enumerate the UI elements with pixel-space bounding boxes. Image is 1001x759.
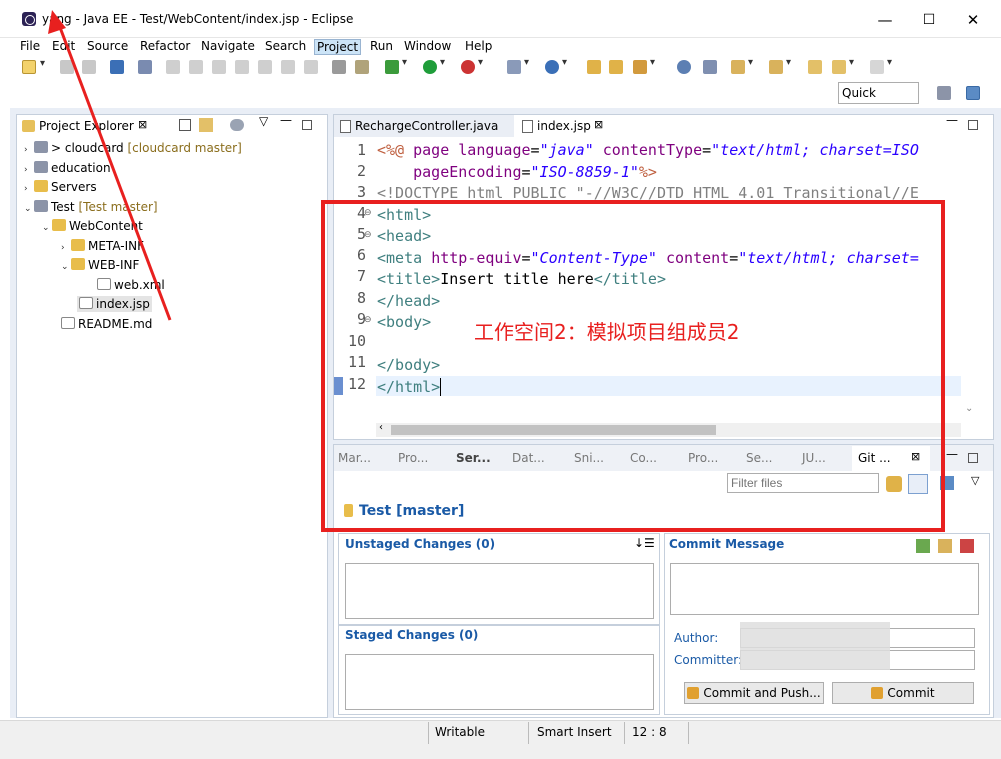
maximize-editor-icon[interactable]	[968, 120, 978, 130]
status-bar	[0, 720, 1001, 759]
collapse-all-icon[interactable]	[179, 119, 191, 131]
push-head-icon[interactable]	[916, 539, 930, 553]
status-divider	[528, 722, 529, 744]
open-type-icon[interactable]	[587, 60, 601, 74]
back-icon[interactable]	[832, 57, 854, 74]
new-java-class-icon[interactable]	[545, 57, 567, 74]
maximize-button[interactable]: ☐	[917, 8, 941, 32]
forward-icon[interactable]	[870, 57, 892, 74]
new-icon[interactable]	[22, 58, 45, 74]
commit-icon	[871, 687, 884, 699]
menu-file[interactable]: File	[20, 39, 40, 53]
jsp-file-icon	[522, 120, 533, 133]
status-writable: Writable	[435, 725, 485, 739]
disconnect-icon[interactable]	[235, 60, 249, 74]
status-cursor-position: 12 : 8	[632, 725, 667, 739]
next-annotation-icon[interactable]	[731, 57, 753, 74]
status-divider	[688, 722, 689, 744]
minimize-view-icon[interactable]: —	[280, 113, 292, 127]
signed-off-icon[interactable]	[960, 539, 974, 553]
open-perspective-icon[interactable]	[937, 86, 951, 100]
menu-navigate[interactable]: Navigate	[201, 39, 255, 53]
quick-access-field[interactable]: Quick Access	[838, 82, 919, 120]
annotation-label: 工作空间2：模拟项目组成员2	[474, 320, 740, 344]
menu-help[interactable]: Help	[465, 39, 492, 53]
annotation-arrow	[48, 10, 172, 321]
annotation-icon[interactable]	[703, 60, 717, 74]
staged-changes-label: Staged Changes (0)	[345, 628, 479, 642]
annotation-box	[321, 200, 945, 532]
java-ee-perspective-icon[interactable]	[966, 86, 980, 100]
link-with-editor-icon[interactable]	[199, 118, 213, 132]
editor-tab-index-label: index.jsp	[537, 119, 591, 133]
commit-message-label: Commit Message	[669, 537, 785, 551]
redacted-identity	[740, 622, 890, 670]
minimize-view-icon[interactable]: —	[946, 447, 958, 461]
step-return-icon[interactable]	[304, 60, 318, 74]
new-server-icon[interactable]	[507, 57, 529, 74]
external-tools-icon[interactable]	[461, 57, 483, 74]
close-button[interactable]: ✕	[961, 8, 985, 32]
menu-project[interactable]: Project	[314, 39, 362, 55]
status-divider	[428, 722, 429, 744]
open-folder-icon[interactable]	[609, 60, 623, 74]
minimize-editor-icon[interactable]: —	[946, 113, 958, 127]
run-icon[interactable]	[423, 57, 445, 74]
menu-window[interactable]: Window	[404, 39, 451, 53]
project-explorer-icon	[22, 120, 35, 132]
committer-label: Committer:	[674, 653, 742, 667]
java-file-icon	[340, 120, 351, 133]
commit-and-push-button[interactable]: Commit and Push...	[684, 682, 824, 704]
step-into-icon[interactable]	[258, 60, 272, 74]
maximize-view-icon[interactable]	[968, 453, 978, 463]
view-menu-icon[interactable]: ▽	[259, 114, 268, 128]
suspend-icon[interactable]	[189, 60, 203, 74]
sort-icon[interactable]: ↓☰	[634, 536, 655, 550]
menu-search[interactable]: Search	[265, 39, 306, 53]
unstaged-files-list[interactable]	[345, 563, 654, 619]
use-step-filters-icon[interactable]	[332, 60, 346, 74]
menu-run[interactable]: Run	[370, 39, 393, 53]
debug-icon[interactable]	[385, 57, 407, 74]
globe-icon[interactable]	[677, 60, 691, 74]
open-task-icon[interactable]	[355, 60, 369, 74]
commit-button[interactable]: Commit	[832, 682, 974, 704]
commit-message-input[interactable]	[670, 563, 979, 615]
previous-annotation-icon[interactable]	[769, 57, 791, 74]
minimize-button[interactable]: —	[873, 8, 897, 32]
filter-icon[interactable]	[230, 119, 244, 131]
maximize-view-icon[interactable]	[302, 120, 312, 130]
commit-push-icon	[687, 687, 700, 699]
amend-icon[interactable]	[938, 539, 952, 553]
view-menu-icon[interactable]: ▽	[971, 474, 979, 487]
status-insert-mode: Smart Insert	[537, 725, 612, 739]
step-over-icon[interactable]	[281, 60, 295, 74]
staged-files-list[interactable]	[345, 654, 654, 710]
unstaged-changes-label: Unstaged Changes (0)	[345, 537, 496, 551]
scroll-down-icon[interactable]: ⌄	[965, 403, 973, 414]
search-pencil-icon[interactable]	[633, 57, 655, 74]
status-divider	[624, 722, 625, 744]
last-edit-icon[interactable]	[808, 60, 822, 74]
editor-tab-recharge-label: RechargeController.java	[355, 119, 499, 133]
author-label: Author:	[674, 631, 719, 645]
close-icon[interactable]: ⊠	[594, 118, 603, 131]
terminate-icon[interactable]	[212, 60, 226, 74]
eclipse-icon	[22, 12, 36, 26]
